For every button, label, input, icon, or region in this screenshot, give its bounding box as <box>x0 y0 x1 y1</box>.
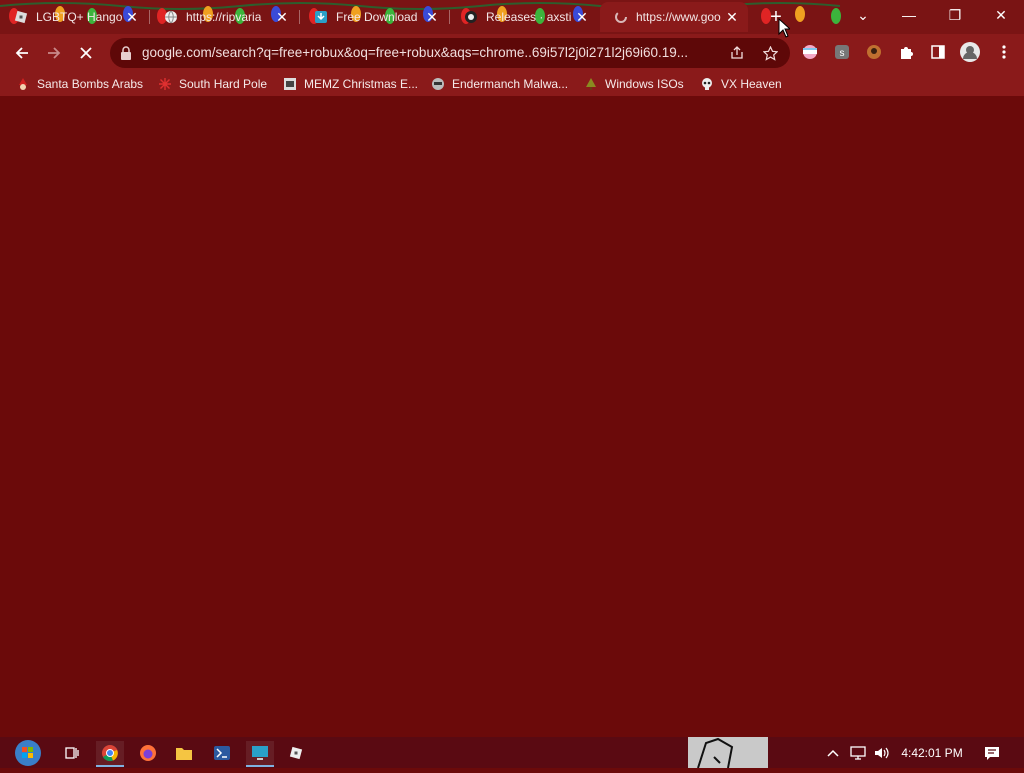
volume-icon[interactable] <box>870 741 894 765</box>
back-button[interactable] <box>8 39 36 67</box>
globe-icon <box>165 10 177 24</box>
minimize-button[interactable]: — <box>886 0 932 30</box>
roblox-icon[interactable] <box>282 741 310 765</box>
tab-lgbtq-hangout[interactable]: LGBTQ+ Hango ✕ <box>0 2 148 32</box>
tab-title: Free Download <box>336 10 418 24</box>
notifications-icon[interactable] <box>980 741 1004 765</box>
task-view-icon[interactable] <box>58 741 86 765</box>
windows-taskbar: 4:42:01 PM <box>0 737 1024 769</box>
loading-icon <box>615 11 627 23</box>
bookmark-label: VX Heaven <box>721 77 782 91</box>
bookmark-endermanch-malware[interactable]: Endermanch Malwa... <box>431 75 568 93</box>
mouse-cursor-icon <box>778 18 790 38</box>
tab-title: Releases · axsti <box>486 10 572 24</box>
page-content-blank-loading <box>0 96 1024 737</box>
github-icon <box>465 11 477 23</box>
close-icon[interactable]: ✕ <box>424 9 440 25</box>
wallpaper-peek <box>688 737 768 769</box>
santa-icon <box>19 78 27 90</box>
lock-icon <box>121 46 131 60</box>
s-extension-icon[interactable]: s <box>832 42 852 62</box>
profile-avatar-icon[interactable] <box>958 40 982 64</box>
close-window-button[interactable]: ✕ <box>978 0 1024 30</box>
memz-icon <box>284 78 296 90</box>
bookmark-label: Windows ISOs <box>605 77 684 91</box>
more-menu-icon[interactable] <box>994 42 1014 62</box>
bookmark-star-icon[interactable] <box>760 43 780 63</box>
download-site-icon <box>315 11 327 23</box>
bookmark-label: South Hard Pole <box>179 77 268 91</box>
restore-button[interactable]: ❐ <box>932 0 978 30</box>
skull-icon <box>702 78 712 90</box>
roblox-icon <box>14 10 28 24</box>
arrow-left-icon <box>15 47 28 59</box>
firefox-icon[interactable] <box>134 741 162 765</box>
bookmark-label: Endermanch Malwa... <box>452 77 569 91</box>
side-panel-icon[interactable] <box>928 42 948 62</box>
close-icon[interactable]: ✕ <box>274 9 290 25</box>
tab-title: https://ripvaria <box>186 10 262 24</box>
show-hidden-icons-chevron-icon[interactable] <box>822 741 844 765</box>
avatar-extension-icon[interactable] <box>864 42 884 62</box>
extensions-puzzle-icon[interactable] <box>896 42 916 62</box>
tab-strip: LGBTQ+ Hango ✕ https://ripvaria ✕ Free D… <box>0 0 1024 34</box>
tab-title: LGBTQ+ Hango <box>36 10 123 24</box>
bookmark-label: MEMZ Christmas E... <box>304 77 419 91</box>
tab-ripvaria[interactable]: https://ripvaria ✕ <box>150 2 298 32</box>
forward-button[interactable] <box>40 39 68 67</box>
share-icon[interactable] <box>727 43 747 63</box>
url-text[interactable]: google.com/search?q=free+robux&oq=free+r… <box>142 45 687 60</box>
raccoon-icon <box>432 78 444 90</box>
bookmark-windows-isos[interactable]: Windows ISOs <box>584 75 684 93</box>
tree-icon <box>586 78 596 90</box>
svg-text:s: s <box>840 48 845 59</box>
remote-desktop-icon[interactable] <box>246 741 274 767</box>
stop-icon <box>80 47 92 59</box>
tab-free-download[interactable]: Free Download ✕ <box>300 2 448 32</box>
close-icon[interactable]: ✕ <box>124 9 140 25</box>
arrow-right-icon <box>48 47 61 59</box>
bookmarks-bar: Santa Bombs Arabs South Hard Pole MEMZ C… <box>0 72 1024 96</box>
tab-releases-github[interactable]: Releases · axsti ✕ <box>450 2 598 32</box>
stop-loading-button[interactable] <box>72 39 100 67</box>
pride-extension-icon[interactable] <box>800 42 820 62</box>
bookmark-south-hard-pole[interactable]: South Hard Pole <box>158 75 267 93</box>
address-bar[interactable]: google.com/search?q=free+robux&oq=free+r… <box>110 38 790 68</box>
snowflake-icon <box>159 78 171 90</box>
close-icon[interactable]: ✕ <box>574 9 590 25</box>
bookmark-label: Santa Bombs Arabs <box>37 77 144 91</box>
bookmark-memz-christmas[interactable]: MEMZ Christmas E... <box>283 75 418 93</box>
bookmark-vx-heaven[interactable]: VX Heaven <box>700 75 782 93</box>
close-icon[interactable]: ✕ <box>724 9 740 25</box>
tab-title: https://www.goo <box>636 10 721 24</box>
file-explorer-icon[interactable] <box>170 741 198 765</box>
chrome-icon[interactable] <box>96 741 124 767</box>
tab-search-button[interactable]: ⌄ <box>840 0 886 30</box>
bookmark-santa-bombs-arabs[interactable]: Santa Bombs Arabs <box>16 75 143 93</box>
tab-google-search-active[interactable]: https://www.goo ✕ <box>600 2 748 32</box>
powershell-icon[interactable] <box>208 741 236 765</box>
browser-toolbar: google.com/search?q=free+robux&oq=free+r… <box>0 34 1024 72</box>
network-icon[interactable] <box>846 741 870 765</box>
taskbar-clock[interactable]: 4:42:01 PM <box>896 746 968 760</box>
start-orb-icon[interactable] <box>10 737 46 768</box>
